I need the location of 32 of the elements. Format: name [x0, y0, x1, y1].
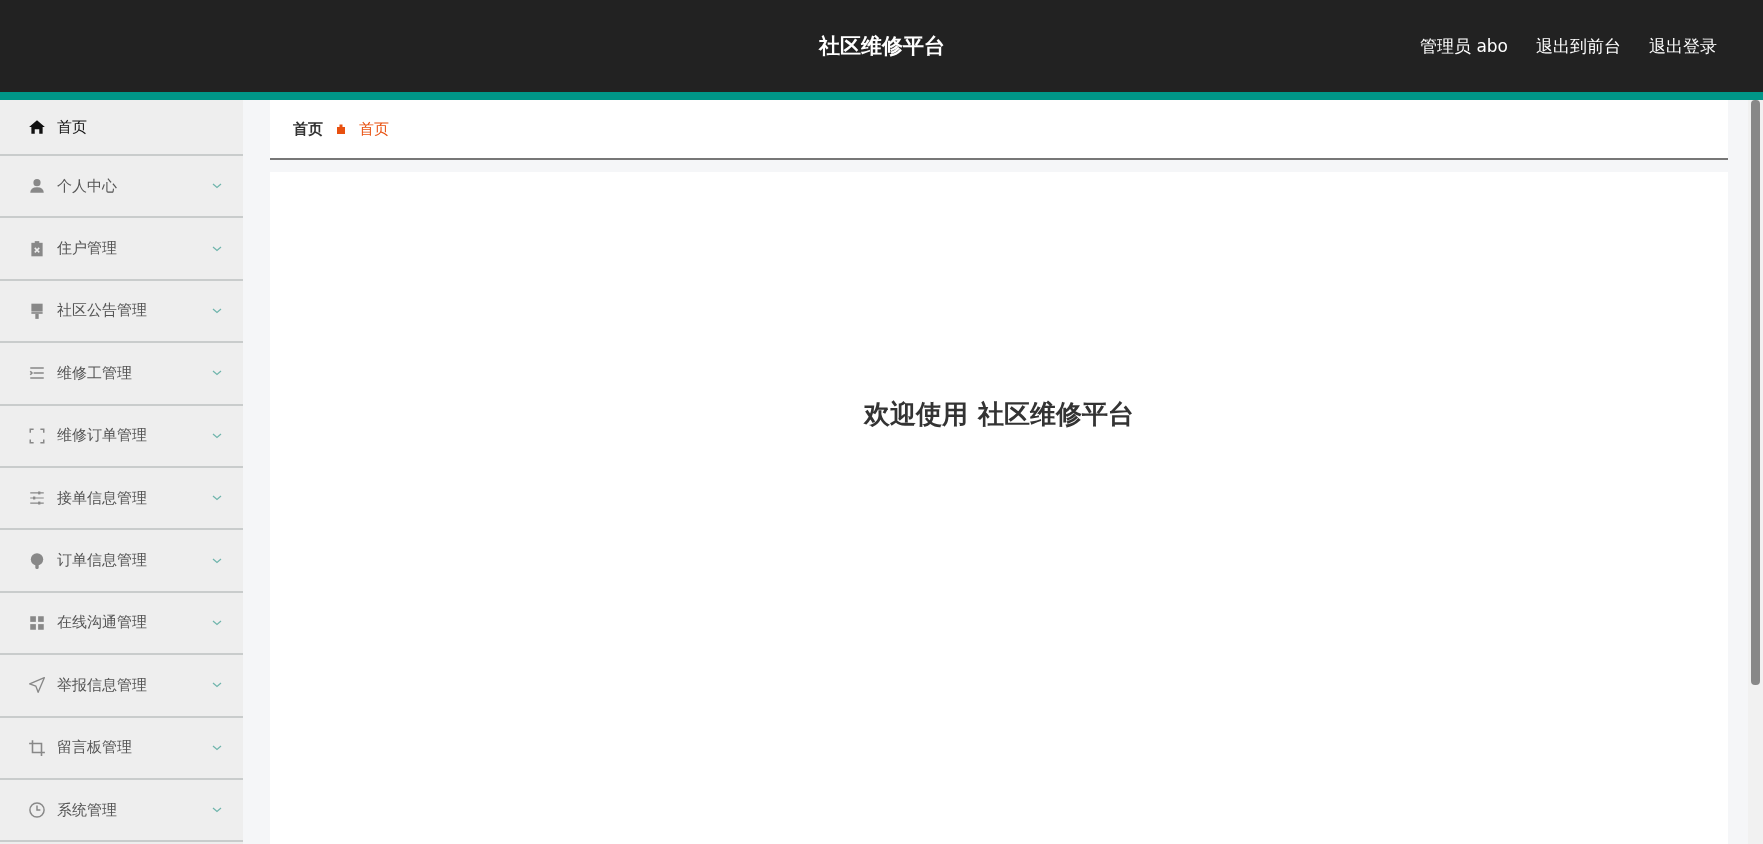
separator-icon: [335, 123, 347, 135]
sliders-icon: [28, 489, 46, 508]
sidebar-item[interactable]: 举报信息管理: [0, 655, 243, 718]
sidebar-item[interactable]: 留言板管理: [0, 717, 243, 780]
sidebar-item[interactable]: 首页: [0, 100, 243, 156]
bulb-icon: [28, 551, 46, 570]
home-icon: [28, 118, 46, 136]
sidebar-item[interactable]: 系统管理: [0, 779, 243, 843]
frame-icon: [28, 426, 46, 445]
grid-icon: [28, 613, 46, 632]
brush-icon: [28, 301, 46, 320]
header-link[interactable]: 退出登录: [1649, 34, 1717, 58]
sidebar-item[interactable]: 在线沟通管理: [0, 592, 243, 656]
send-icon: [28, 676, 46, 695]
user-name: 管理员 abo: [1420, 34, 1508, 58]
welcome-heading: 欢迎使用 社区维修平台: [864, 398, 1134, 429]
clipboard-icon: [28, 239, 46, 258]
user-icon: [28, 177, 46, 196]
crop-icon: [28, 738, 46, 757]
site-title: 社区维修平台: [818, 33, 945, 60]
sidebar-item[interactable]: 接单信息管理: [0, 467, 243, 531]
breadcrumb-link[interactable]: 首页: [293, 119, 323, 139]
breadcrumb-link[interactable]: 首页: [359, 119, 389, 139]
sidebar-item[interactable]: 个人中心: [0, 156, 243, 219]
scrollbar[interactable]: [1748, 100, 1763, 844]
clock-icon: [28, 801, 46, 820]
header-link[interactable]: 退出到前台: [1536, 34, 1621, 58]
sidebar-item[interactable]: 订单信息管理: [0, 530, 243, 593]
sidebar-item[interactable]: 社区公告管理: [0, 280, 243, 344]
sidebar-item[interactable]: 维修订单管理: [0, 405, 243, 468]
sidebar-item[interactable]: 住户管理: [0, 218, 243, 281]
sidebar-item[interactable]: 维修工管理: [0, 343, 243, 406]
